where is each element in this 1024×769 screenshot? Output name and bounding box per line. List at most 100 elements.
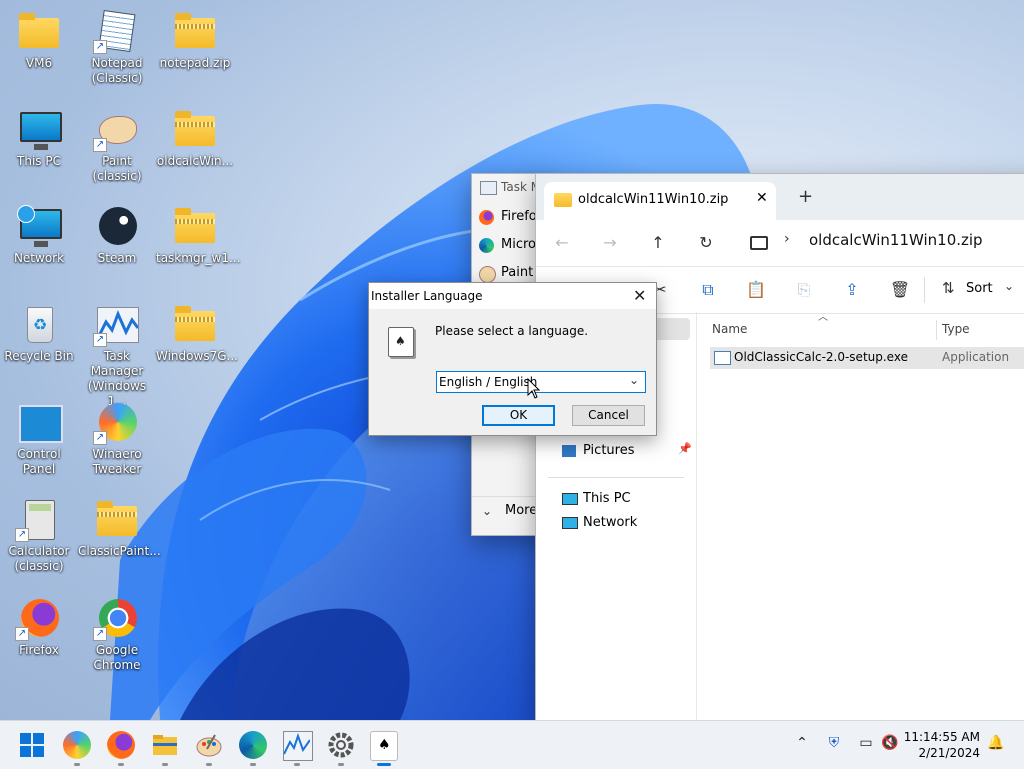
- column-header-type[interactable]: Type: [937, 316, 1024, 342]
- running-indicator: [118, 763, 124, 766]
- pin-icon[interactable]: 📌: [678, 442, 692, 455]
- sidebar-item-network[interactable]: Network: [558, 514, 698, 534]
- zip-folder-icon: [175, 306, 215, 341]
- shortcut-arrow-icon: ↗: [93, 431, 107, 445]
- desktop-icon-label: Recycle Bin: [4, 349, 74, 363]
- installer-icon[interactable]: ♠: [370, 731, 398, 761]
- edge-icon[interactable]: [239, 731, 267, 759]
- zip-folder-icon: [175, 13, 215, 48]
- desktop-icon-winaero-tweaker[interactable]: ↗ Winaero Tweaker: [78, 401, 156, 477]
- desktop-icon-network[interactable]: Network: [0, 205, 78, 266]
- network-icon: [562, 517, 578, 529]
- running-indicator: [74, 763, 80, 766]
- desktop-icon-label: Notepad (Classic): [91, 56, 143, 85]
- desktop-icon-label: Network: [13, 251, 65, 265]
- desktop-icon-notepad-zip[interactable]: notepad.zip: [156, 10, 234, 71]
- dialog-titlebar[interactable]: Installer Language ✕: [369, 283, 656, 309]
- display-icon[interactable]: ▭: [856, 735, 876, 751]
- refresh-icon[interactable]: ↻: [694, 232, 718, 254]
- zip-folder-icon: [97, 501, 137, 536]
- explorer-tab[interactable]: oldcalcWin11Win10.zip ✕: [544, 182, 776, 220]
- desktop-icon-classicpaint-zip[interactable]: ClassicPaint...: [78, 498, 161, 559]
- file-explorer-window: oldcalcWin11Win10.zip ✕ + ← → ↑ ↻ › oldc…: [535, 173, 1024, 720]
- column-header-name[interactable]: Name: [706, 316, 936, 342]
- delete-icon[interactable]: 🗑: [888, 279, 912, 301]
- desktop-icon-label: This PC: [17, 154, 61, 168]
- paste-icon[interactable]: 📋: [744, 279, 768, 301]
- shortcut-arrow-icon: ↗: [93, 627, 107, 641]
- installer-cards-icon: ♠: [388, 327, 414, 357]
- address-bar[interactable]: oldcalcWin11Win10.zip: [809, 231, 983, 249]
- chevron-down-icon: ⌄: [629, 373, 640, 387]
- share-icon[interactable]: ⇪: [840, 279, 864, 301]
- forward-icon[interactable]: →: [598, 232, 622, 254]
- task-manager-icon[interactable]: [283, 731, 313, 761]
- tab-close-button[interactable]: ✕: [756, 190, 768, 206]
- desktop-icon-label: taskmgr_w1...: [156, 251, 241, 265]
- running-indicator: [294, 763, 300, 766]
- desktop-icon-label: notepad.zip: [159, 56, 231, 70]
- desktop-icon-label: ClassicPaint...: [78, 544, 161, 558]
- installer-language-dialog: Installer Language ✕ ♠ Please select a l…: [368, 282, 657, 436]
- explorer-tab-strip: oldcalcWin11Win10.zip ✕ +: [536, 174, 1024, 220]
- winaero-icon[interactable]: [63, 731, 91, 759]
- sidebar-item-this-pc[interactable]: This PC: [558, 490, 698, 510]
- desktop-icon-control-panel[interactable]: Control Panel: [0, 401, 78, 477]
- up-icon[interactable]: ↑: [646, 232, 670, 254]
- mouse-cursor-icon: [527, 378, 541, 399]
- desktop-icon-oldcalc-zip[interactable]: oldcalcWin...: [156, 108, 234, 169]
- security-shield-icon[interactable]: ⛨: [824, 735, 844, 751]
- running-indicator: [250, 763, 256, 766]
- calculator-icon: [25, 500, 55, 540]
- start-icon[interactable]: [18, 731, 46, 759]
- sidebar-item-label: Network: [583, 515, 638, 530]
- new-tab-button[interactable]: +: [798, 186, 813, 207]
- desktop-icon-this-pc[interactable]: This PC: [0, 108, 78, 169]
- computer-icon: [562, 493, 578, 505]
- desktop-icon-notepad-classic[interactable]: ↗ Notepad (Classic): [78, 9, 156, 86]
- zip-folder-icon: [175, 208, 215, 243]
- language-select[interactable]: English / English ⌄: [436, 371, 646, 393]
- file-row[interactable]: OldClassicCalc-2.0-setup.exe Application: [710, 347, 1024, 369]
- close-icon[interactable]: ✕: [633, 286, 646, 305]
- clock-date: 2/21/2024: [918, 746, 980, 760]
- rename-icon[interactable]: ⎘: [792, 279, 816, 301]
- globe-icon: [17, 205, 35, 223]
- clock[interactable]: 11:14:55 AM 2/21/2024: [900, 729, 980, 761]
- sort-button[interactable]: Sort: [966, 281, 993, 296]
- desktop-icon-task-manager[interactable]: ↗ Task Manager (Windows 1...: [78, 303, 156, 409]
- file-explorer-icon[interactable]: [151, 731, 179, 759]
- desktop-icon-google-chrome[interactable]: ↗ Google Chrome: [78, 597, 156, 673]
- desktop-icon-firefox[interactable]: ↗ Firefox: [0, 597, 78, 658]
- desktop-icon-label: VM6: [25, 56, 53, 70]
- desktop-icon-windows7g-zip[interactable]: Windows7G...: [156, 303, 238, 364]
- settings-icon[interactable]: [327, 731, 355, 759]
- desktop-icon-label: Task Manager (Windows 1...: [87, 349, 147, 408]
- language-select-value: English / English: [439, 375, 538, 389]
- sidebar-item-pictures[interactable]: Pictures 📌: [558, 442, 698, 462]
- paint-icon[interactable]: [195, 731, 223, 759]
- back-icon[interactable]: ←: [550, 232, 574, 254]
- shortcut-arrow-icon: ↗: [15, 627, 29, 641]
- desktop-icon-steam[interactable]: Steam: [78, 205, 156, 266]
- desktop-icon-vm6[interactable]: VM6: [0, 10, 78, 71]
- copy-icon[interactable]: ⧉: [696, 279, 720, 301]
- chevron-up-icon[interactable]: ⌃: [792, 735, 812, 751]
- notification-bell-icon[interactable]: 🔔: [986, 735, 1006, 751]
- sidebar-item-label: This PC: [583, 491, 631, 506]
- cancel-button[interactable]: Cancel: [572, 405, 645, 426]
- firefox-icon[interactable]: [107, 731, 135, 759]
- pictures-icon: [562, 445, 576, 457]
- file-name: OldClassicCalc-2.0-setup.exe: [734, 350, 908, 364]
- desktop-icon-label: oldcalcWin...: [156, 154, 234, 168]
- desktop-icon-recycle-bin[interactable]: ♻ Recycle Bin: [0, 303, 78, 364]
- desktop-icon-label: Windows7G...: [156, 349, 238, 363]
- desktop-icon-calculator[interactable]: ↗ Calculator (classic): [0, 498, 78, 574]
- ok-button[interactable]: OK: [482, 405, 555, 426]
- speaker-muted-icon[interactable]: 🔇: [880, 735, 900, 751]
- desktop-icon-taskmgr-zip[interactable]: taskmgr_w1...: [156, 205, 241, 266]
- computer-icon: [20, 112, 62, 150]
- file-type: Application: [942, 350, 1010, 364]
- desktop-icon-paint-classic[interactable]: ↗ Paint (classic): [78, 108, 156, 184]
- control-panel-icon: [19, 405, 63, 443]
